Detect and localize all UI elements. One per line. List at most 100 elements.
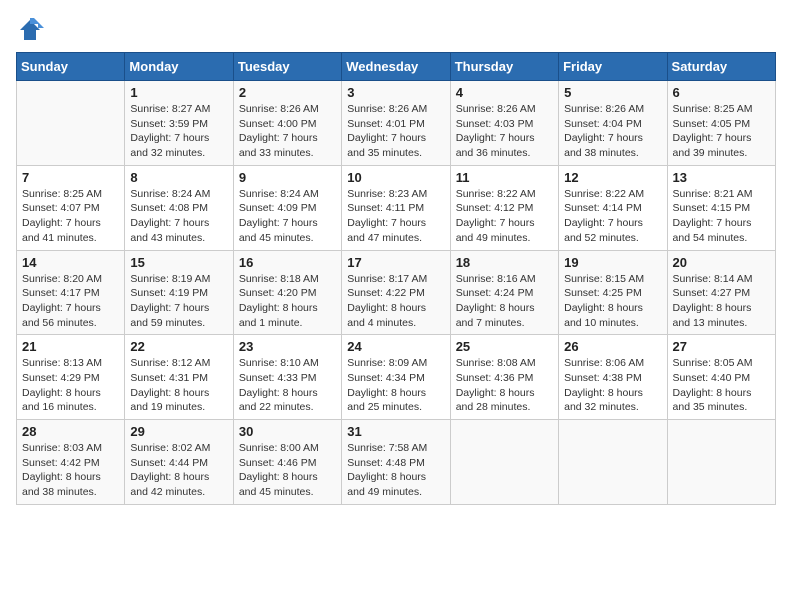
day-info: Sunrise: 8:05 AM Sunset: 4:40 PM Dayligh… [673, 356, 770, 415]
weekday-header-friday: Friday [559, 53, 667, 81]
day-info: Sunrise: 8:26 AM Sunset: 4:01 PM Dayligh… [347, 102, 444, 161]
day-number: 7 [22, 170, 119, 185]
calendar-cell: 12 Sunrise: 8:22 AM Sunset: 4:14 PM Dayli… [559, 165, 667, 250]
day-info: Sunrise: 8:12 AM Sunset: 4:31 PM Dayligh… [130, 356, 227, 415]
day-number: 29 [130, 424, 227, 439]
calendar-cell: 21 Sunrise: 8:13 AM Sunset: 4:29 PM Dayli… [17, 335, 125, 420]
day-info: Sunrise: 8:14 AM Sunset: 4:27 PM Dayligh… [673, 272, 770, 331]
calendar-cell: 13Sunrise: 8:21 AM Sunset: 4:15 PM Dayli… [667, 165, 775, 250]
day-info: Sunrise: 8:22 AM Sunset: 4:12 PM Dayligh… [456, 187, 553, 246]
day-info: Sunrise: 8:24 AM Sunset: 4:09 PM Dayligh… [239, 187, 336, 246]
calendar-week-2: 7 Sunrise: 8:25 AM Sunset: 4:07 PM Daylig… [17, 165, 776, 250]
day-number: 17 [347, 255, 444, 270]
day-number: 3 [347, 85, 444, 100]
calendar-cell: 29 Sunrise: 8:02 AM Sunset: 4:44 PM Dayli… [125, 420, 233, 505]
calendar-cell: 5Sunrise: 8:26 AM Sunset: 4:04 PM Daylig… [559, 81, 667, 166]
day-info: Sunrise: 8:08 AM Sunset: 4:36 PM Dayligh… [456, 356, 553, 415]
weekday-header-thursday: Thursday [450, 53, 558, 81]
day-number: 31 [347, 424, 444, 439]
calendar-cell: 27 Sunrise: 8:05 AM Sunset: 4:40 PM Dayli… [667, 335, 775, 420]
calendar-cell: 10Sunrise: 8:23 AM Sunset: 4:11 PM Dayli… [342, 165, 450, 250]
day-number: 12 [564, 170, 661, 185]
calendar-cell: 31 Sunrise: 7:58 AM Sunset: 4:48 PM Dayli… [342, 420, 450, 505]
day-info: Sunrise: 8:09 AM Sunset: 4:34 PM Dayligh… [347, 356, 444, 415]
calendar-week-3: 14 Sunrise: 8:20 AM Sunset: 4:17 PM Dayli… [17, 250, 776, 335]
calendar-cell: 4 Sunrise: 8:26 AM Sunset: 4:03 PM Daylig… [450, 81, 558, 166]
day-number: 5 [564, 85, 661, 100]
day-info: Sunrise: 8:17 AM Sunset: 4:22 PM Dayligh… [347, 272, 444, 331]
day-info: Sunrise: 8:13 AM Sunset: 4:29 PM Dayligh… [22, 356, 119, 415]
day-number: 24 [347, 339, 444, 354]
day-info: Sunrise: 8:03 AM Sunset: 4:42 PM Dayligh… [22, 441, 119, 500]
day-number: 18 [456, 255, 553, 270]
weekday-header-sunday: Sunday [17, 53, 125, 81]
day-info: Sunrise: 8:20 AM Sunset: 4:17 PM Dayligh… [22, 272, 119, 331]
day-number: 27 [673, 339, 770, 354]
calendar-cell [559, 420, 667, 505]
day-number: 20 [673, 255, 770, 270]
day-info: Sunrise: 8:16 AM Sunset: 4:24 PM Dayligh… [456, 272, 553, 331]
day-number: 22 [130, 339, 227, 354]
calendar-cell: 1Sunrise: 8:27 AM Sunset: 3:59 PM Daylig… [125, 81, 233, 166]
day-info: Sunrise: 8:25 AM Sunset: 4:05 PM Dayligh… [673, 102, 770, 161]
day-number: 28 [22, 424, 119, 439]
calendar-cell: 15 Sunrise: 8:19 AM Sunset: 4:19 PM Dayli… [125, 250, 233, 335]
logo [16, 16, 48, 44]
day-number: 21 [22, 339, 119, 354]
day-info: Sunrise: 8:24 AM Sunset: 4:08 PM Dayligh… [130, 187, 227, 246]
day-number: 6 [673, 85, 770, 100]
day-number: 15 [130, 255, 227, 270]
calendar-table: SundayMondayTuesdayWednesdayThursdayFrid… [16, 52, 776, 505]
calendar-cell: 26Sunrise: 8:06 AM Sunset: 4:38 PM Dayli… [559, 335, 667, 420]
calendar-cell: 22 Sunrise: 8:12 AM Sunset: 4:31 PM Dayli… [125, 335, 233, 420]
calendar-cell: 24 Sunrise: 8:09 AM Sunset: 4:34 PM Dayli… [342, 335, 450, 420]
logo-icon [16, 16, 44, 44]
calendar-cell [17, 81, 125, 166]
day-number: 4 [456, 85, 553, 100]
weekday-header-tuesday: Tuesday [233, 53, 341, 81]
day-info: Sunrise: 8:18 AM Sunset: 4:20 PM Dayligh… [239, 272, 336, 331]
day-number: 19 [564, 255, 661, 270]
day-number: 16 [239, 255, 336, 270]
day-number: 14 [22, 255, 119, 270]
calendar-cell [450, 420, 558, 505]
weekday-header-saturday: Saturday [667, 53, 775, 81]
day-info: Sunrise: 8:26 AM Sunset: 4:03 PM Dayligh… [456, 102, 553, 161]
calendar-week-4: 21 Sunrise: 8:13 AM Sunset: 4:29 PM Dayli… [17, 335, 776, 420]
day-number: 26 [564, 339, 661, 354]
day-info: Sunrise: 8:00 AM Sunset: 4:46 PM Dayligh… [239, 441, 336, 500]
calendar-cell: 23Sunrise: 8:10 AM Sunset: 4:33 PM Dayli… [233, 335, 341, 420]
day-info: Sunrise: 7:58 AM Sunset: 4:48 PM Dayligh… [347, 441, 444, 500]
day-info: Sunrise: 8:23 AM Sunset: 4:11 PM Dayligh… [347, 187, 444, 246]
calendar-cell: 9 Sunrise: 8:24 AM Sunset: 4:09 PM Daylig… [233, 165, 341, 250]
calendar-cell: 7 Sunrise: 8:25 AM Sunset: 4:07 PM Daylig… [17, 165, 125, 250]
calendar-cell: 28 Sunrise: 8:03 AM Sunset: 4:42 PM Dayli… [17, 420, 125, 505]
day-info: Sunrise: 8:22 AM Sunset: 4:14 PM Dayligh… [564, 187, 661, 246]
header [16, 16, 776, 44]
day-number: 1 [130, 85, 227, 100]
day-number: 2 [239, 85, 336, 100]
calendar-cell: 20 Sunrise: 8:14 AM Sunset: 4:27 PM Dayli… [667, 250, 775, 335]
day-number: 13 [673, 170, 770, 185]
calendar-cell: 14 Sunrise: 8:20 AM Sunset: 4:17 PM Dayli… [17, 250, 125, 335]
day-info: Sunrise: 8:02 AM Sunset: 4:44 PM Dayligh… [130, 441, 227, 500]
day-info: Sunrise: 8:26 AM Sunset: 4:00 PM Dayligh… [239, 102, 336, 161]
day-number: 25 [456, 339, 553, 354]
day-info: Sunrise: 8:19 AM Sunset: 4:19 PM Dayligh… [130, 272, 227, 331]
calendar-cell: 19Sunrise: 8:15 AM Sunset: 4:25 PM Dayli… [559, 250, 667, 335]
calendar-cell [667, 420, 775, 505]
day-info: Sunrise: 8:25 AM Sunset: 4:07 PM Dayligh… [22, 187, 119, 246]
calendar-cell: 17 Sunrise: 8:17 AM Sunset: 4:22 PM Dayli… [342, 250, 450, 335]
calendar-cell: 30 Sunrise: 8:00 AM Sunset: 4:46 PM Dayli… [233, 420, 341, 505]
calendar-cell: 6 Sunrise: 8:25 AM Sunset: 4:05 PM Daylig… [667, 81, 775, 166]
day-number: 23 [239, 339, 336, 354]
calendar-cell: 2 Sunrise: 8:26 AM Sunset: 4:00 PM Daylig… [233, 81, 341, 166]
calendar-cell: 16 Sunrise: 8:18 AM Sunset: 4:20 PM Dayli… [233, 250, 341, 335]
calendar-cell: 11Sunrise: 8:22 AM Sunset: 4:12 PM Dayli… [450, 165, 558, 250]
calendar-cell: 25 Sunrise: 8:08 AM Sunset: 4:36 PM Dayli… [450, 335, 558, 420]
day-number: 9 [239, 170, 336, 185]
weekday-header-wednesday: Wednesday [342, 53, 450, 81]
day-number: 8 [130, 170, 227, 185]
day-number: 30 [239, 424, 336, 439]
calendar-week-1: 1Sunrise: 8:27 AM Sunset: 3:59 PM Daylig… [17, 81, 776, 166]
